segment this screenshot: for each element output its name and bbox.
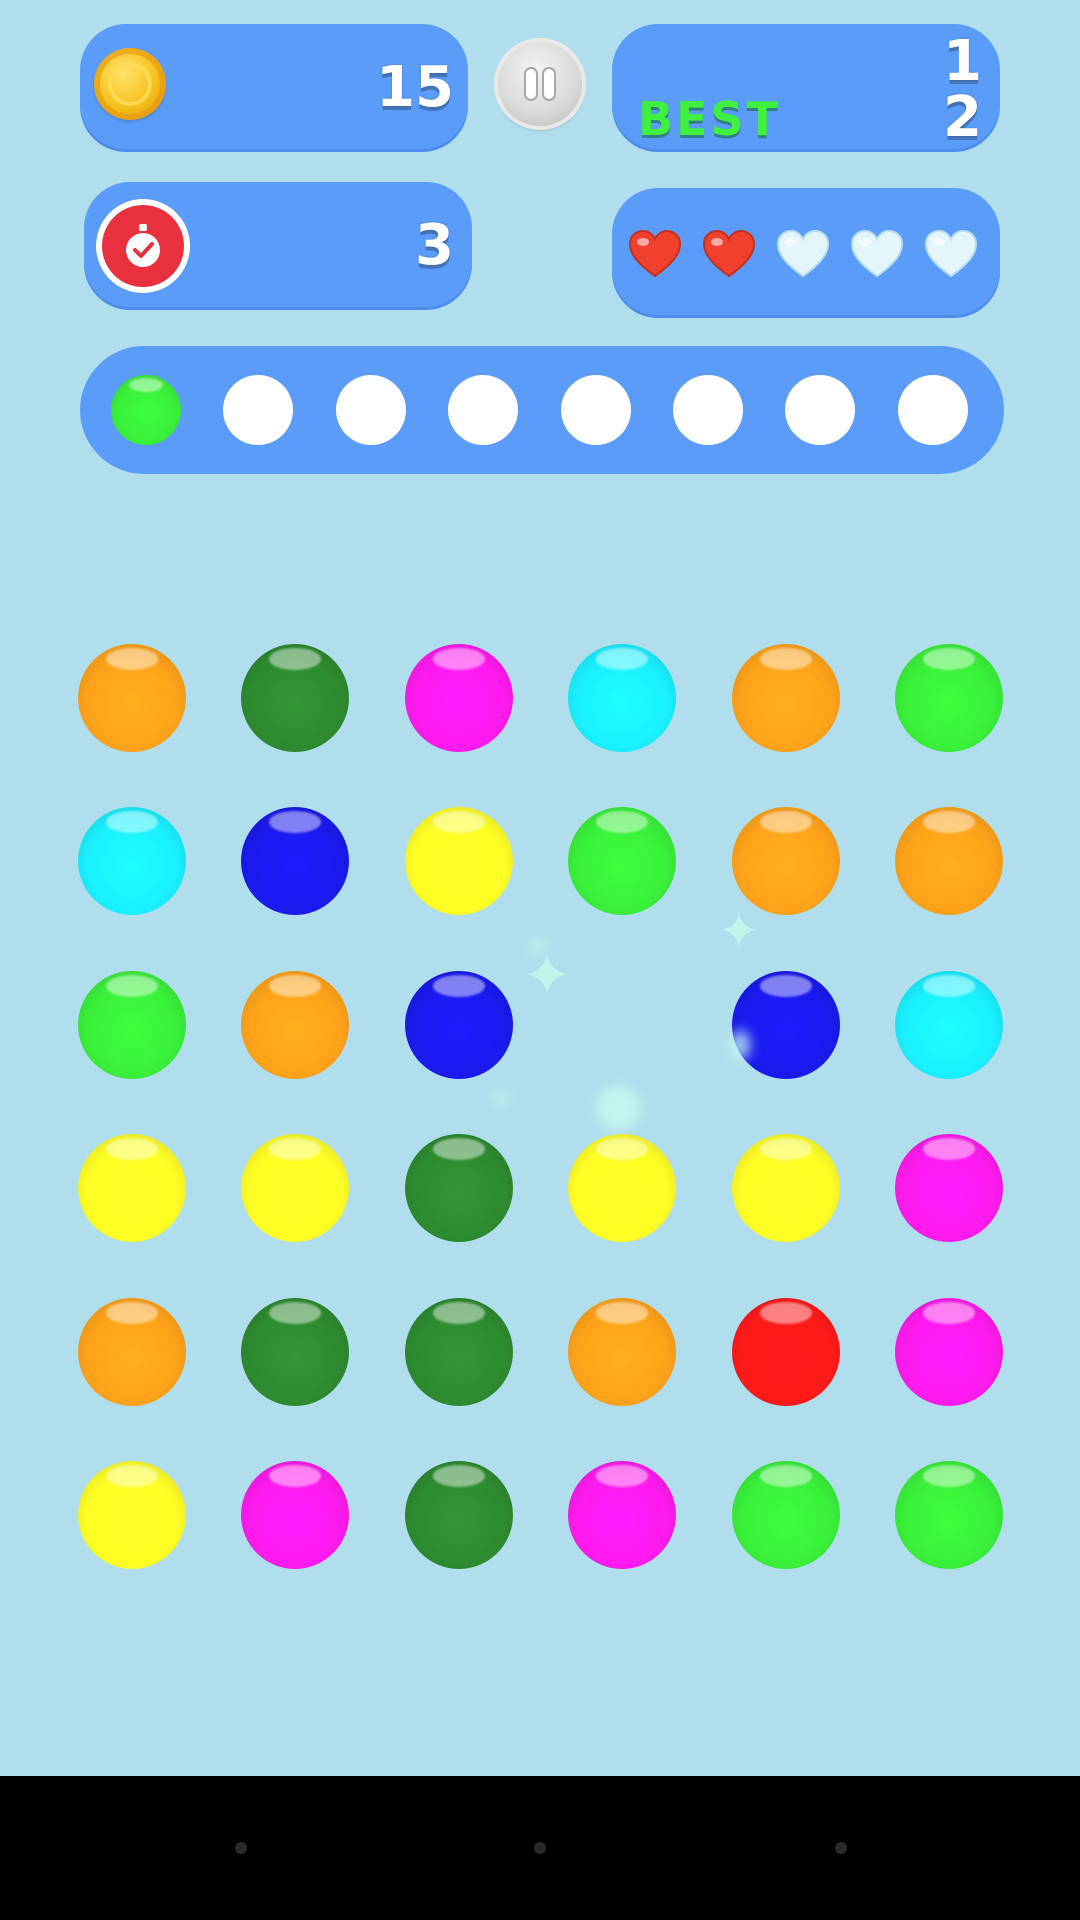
ball-orange[interactable] — [568, 1297, 677, 1406]
ball-orange[interactable] — [895, 807, 1003, 916]
nav-home-button[interactable] — [534, 1842, 546, 1854]
ball-magenta[interactable] — [568, 1461, 677, 1569]
ball-orange[interactable] — [731, 807, 840, 916]
sequence-slot-empty — [560, 375, 631, 445]
ball-magenta[interactable] — [241, 1461, 350, 1569]
sequence-bar — [80, 346, 1004, 474]
heart-icon — [776, 229, 830, 278]
ball-darkgreen[interactable] — [404, 1134, 513, 1243]
ball-green[interactable] — [78, 970, 186, 1079]
ball-green[interactable] — [895, 644, 1003, 752]
ball-orange[interactable] — [731, 644, 840, 752]
ball-darkgreen[interactable] — [404, 1297, 513, 1406]
ball-magenta[interactable] — [895, 1134, 1003, 1243]
ball-green[interactable] — [895, 1461, 1003, 1569]
nav-recents-button[interactable] — [835, 1842, 847, 1854]
ball-yellow[interactable] — [731, 1134, 840, 1243]
heart-icon — [924, 229, 978, 278]
ball-darkgreen[interactable] — [241, 644, 350, 752]
sparkle-glow — [596, 1086, 640, 1130]
sparkle-icon: ✦ — [718, 902, 760, 960]
ball-darkgreen[interactable] — [241, 1297, 350, 1406]
ball-cyan[interactable] — [895, 970, 1003, 1079]
sequence-slot-empty — [335, 375, 406, 445]
ball-magenta[interactable] — [404, 644, 513, 752]
best-label: BEST — [638, 92, 781, 146]
ball-orange[interactable] — [241, 970, 350, 1079]
ball-green[interactable] — [731, 1461, 840, 1569]
coin-icon — [94, 48, 166, 120]
heart-icon — [850, 229, 904, 278]
ball-cyan[interactable] — [78, 807, 186, 916]
ball-blue[interactable] — [731, 970, 840, 1079]
ball-blue[interactable] — [404, 970, 513, 1079]
sequence-slot-empty — [785, 375, 856, 445]
heart-icon — [702, 229, 756, 278]
sparkle-icon: ✦ — [522, 941, 573, 1011]
ball-blue[interactable] — [241, 807, 350, 916]
ball-yellow[interactable] — [78, 1461, 186, 1569]
ball-orange[interactable] — [78, 1297, 186, 1406]
stopwatch-icon — [102, 205, 184, 287]
ball-yellow[interactable] — [78, 1134, 186, 1243]
coins-panel: 15 — [80, 24, 468, 152]
timer-panel: 3 — [84, 182, 472, 310]
ball-yellow[interactable] — [241, 1134, 350, 1243]
sequence-slot-filled — [111, 375, 181, 445]
best-score: 2 — [943, 85, 982, 150]
ball-yellow[interactable] — [568, 1134, 677, 1243]
nav-back-button[interactable] — [235, 1842, 247, 1854]
sparkle-glow — [730, 1030, 750, 1060]
ball-red[interactable] — [731, 1297, 840, 1406]
sequence-slot-empty — [223, 375, 294, 445]
coin-count: 15 — [376, 55, 454, 120]
ball-green[interactable] — [568, 807, 677, 916]
lives-panel — [612, 188, 1000, 318]
heart-icon — [628, 229, 682, 278]
ball-yellow[interactable] — [404, 807, 513, 916]
ball-cyan[interactable] — [568, 644, 677, 752]
ball-darkgreen[interactable] — [404, 1461, 513, 1569]
sparkle-glow — [494, 1090, 508, 1104]
ball-magenta[interactable] — [895, 1297, 1003, 1406]
timer-value: 3 — [415, 213, 454, 278]
score-panel: 1 BEST 2 — [612, 24, 1000, 152]
current-score: 1 — [943, 29, 982, 94]
ball-orange[interactable] — [78, 644, 186, 752]
sequence-slot-empty — [448, 375, 519, 445]
sequence-slot-empty — [897, 375, 968, 445]
pause-button[interactable] — [498, 42, 582, 126]
sequence-slot-empty — [673, 375, 743, 445]
